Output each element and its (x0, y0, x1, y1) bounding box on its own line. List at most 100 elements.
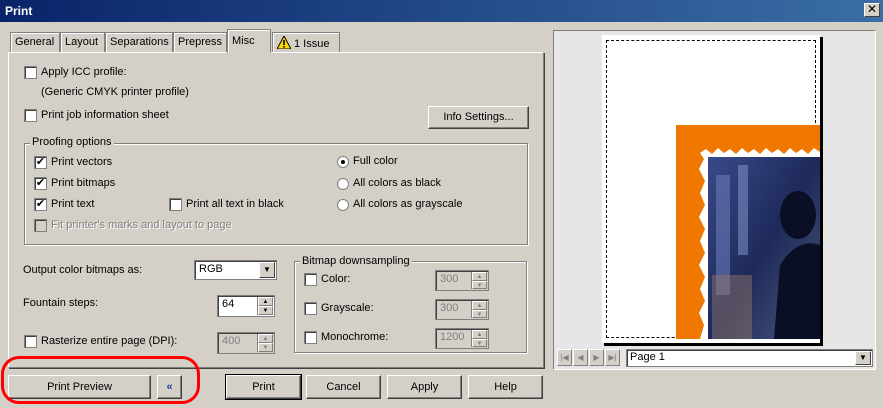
all-grayscale-label: All colors as grayscale (353, 198, 463, 210)
tab-issues[interactable]: 1 Issue (272, 32, 340, 52)
spin-up-icon[interactable]: ▲ (472, 301, 487, 310)
page-select-dropdown[interactable]: Page 1 ▼ (626, 349, 873, 367)
print-job-info-label: Print job information sheet (41, 109, 169, 121)
warning-icon (276, 34, 292, 50)
rasterize-label: Rasterize entire page (DPI): (41, 335, 178, 347)
prev-page-icon[interactable]: ◀ (573, 349, 588, 366)
downsample-grayscale-value: 300 (440, 302, 459, 314)
spin-down-icon[interactable]: ▼ (472, 309, 487, 318)
preview-artwork (676, 125, 820, 339)
apply-icc-checkbox[interactable] (24, 66, 37, 79)
fit-marks-label: Fit printer's marks and layout to page (51, 219, 232, 231)
photo-figure-head (780, 191, 816, 239)
print-vectors-checkbox[interactable]: ✔ (34, 156, 47, 169)
downsample-color-checkbox[interactable] (304, 273, 317, 286)
print-all-text-black-label: Print all text in black (186, 198, 284, 210)
downsample-monochrome-spinner[interactable]: ▲ ▼ (471, 330, 487, 347)
chevron-down-icon[interactable]: ▼ (259, 262, 275, 278)
spin-up-icon[interactable]: ▲ (258, 297, 273, 306)
tab-misc[interactable]: Misc (227, 29, 271, 53)
tab-layout[interactable]: Layout (60, 32, 105, 52)
downsample-monochrome-label: Monochrome: (321, 331, 389, 343)
spin-down-icon[interactable]: ▼ (258, 306, 273, 315)
photo-highlight-2 (738, 165, 748, 255)
checkmark-icon: ✔ (35, 177, 46, 189)
preview-page (602, 35, 820, 343)
downsample-grayscale-label: Grayscale: (321, 302, 374, 314)
downsample-color-value: 300 (440, 273, 459, 285)
fountain-steps-input[interactable]: 64 ▲ ▼ (217, 295, 275, 317)
rasterize-dpi-value: 400 (222, 335, 241, 347)
print-bitmaps-label: Print bitmaps (51, 177, 116, 189)
window-title: Print (5, 4, 33, 18)
all-black-radio[interactable] (337, 178, 349, 190)
downsample-grayscale-checkbox[interactable] (304, 302, 317, 315)
icc-profile-name: (Generic CMYK printer profile) (41, 86, 189, 98)
close-button[interactable]: ✕ (864, 3, 880, 17)
downsample-color-input[interactable]: 300 ▲ ▼ (435, 270, 489, 291)
all-black-label: All colors as black (353, 177, 442, 189)
tab-prepress[interactable]: Prepress (173, 32, 227, 52)
checkmark-icon: ✔ (35, 156, 46, 168)
fountain-steps-value: 64 (222, 298, 235, 310)
downsample-grayscale-spinner[interactable]: ▲ ▼ (471, 301, 487, 318)
rasterize-dpi-spinner[interactable]: ▲ ▼ (257, 334, 273, 352)
proofing-options-title: Proofing options (30, 136, 114, 148)
apply-icc-label: Apply ICC profile: (41, 66, 127, 78)
rasterize-checkbox[interactable] (24, 335, 37, 348)
red-annotation-highlight (1, 356, 200, 404)
tab-general[interactable]: General (10, 32, 60, 52)
cancel-button[interactable]: Cancel (306, 375, 381, 399)
tab-label: General (15, 36, 55, 48)
spin-up-icon[interactable]: ▲ (258, 334, 273, 343)
spin-up-icon[interactable]: ▲ (472, 330, 487, 339)
checkmark-icon: ✔ (35, 198, 46, 210)
output-bitmaps-value: RGB (199, 263, 223, 275)
print-text-checkbox[interactable]: ✔ (34, 198, 47, 211)
print-job-info-checkbox[interactable] (24, 109, 37, 122)
first-page-icon[interactable]: |◀ (557, 349, 572, 366)
downsample-monochrome-checkbox[interactable] (304, 331, 317, 344)
output-bitmaps-label: Output color bitmaps as: (23, 264, 143, 276)
print-vectors-label: Print vectors (51, 156, 113, 168)
tab-label: Layout (65, 36, 99, 48)
title-bar: Print ✕ (0, 0, 883, 22)
help-button[interactable]: Help (468, 375, 543, 399)
bitmap-downsampling-title: Bitmap downsampling (300, 255, 412, 267)
print-bitmaps-checkbox[interactable]: ✔ (34, 177, 47, 190)
rasterize-dpi-input[interactable]: 400 ▲ ▼ (217, 332, 275, 354)
last-page-icon[interactable]: ▶| (605, 349, 620, 366)
downsample-monochrome-input[interactable]: 1200 ▲ ▼ (435, 328, 489, 349)
tab-label: Misc (232, 35, 255, 47)
spin-down-icon[interactable]: ▼ (258, 343, 273, 352)
radio-dot (341, 160, 345, 164)
fountain-steps-label: Fountain steps: (23, 297, 99, 309)
tab-label: Separations (110, 36, 169, 48)
downsample-color-spinner[interactable]: ▲ ▼ (471, 272, 487, 289)
chevron-down-icon[interactable]: ▼ (855, 351, 871, 365)
tab-label: 1 Issue (294, 38, 330, 50)
page-select-value: Page 1 (630, 351, 665, 363)
output-bitmaps-dropdown[interactable]: RGB ▼ (194, 260, 277, 280)
tab-separations[interactable]: Separations (105, 32, 173, 52)
full-color-radio[interactable] (337, 156, 349, 168)
print-all-text-black-checkbox[interactable] (169, 198, 182, 211)
print-text-label: Print text (51, 198, 95, 210)
downsample-grayscale-input[interactable]: 300 ▲ ▼ (435, 299, 489, 320)
spin-down-icon[interactable]: ▼ (472, 280, 487, 289)
apply-button[interactable]: Apply (387, 375, 462, 399)
print-button[interactable]: Print (225, 374, 302, 400)
spin-up-icon[interactable]: ▲ (472, 272, 487, 281)
downsample-monochrome-value: 1200 (440, 331, 465, 343)
fountain-steps-spinner[interactable]: ▲ ▼ (257, 297, 273, 315)
all-grayscale-radio[interactable] (337, 199, 349, 211)
spin-down-icon[interactable]: ▼ (472, 338, 487, 347)
downsample-color-label: Color: (321, 273, 351, 285)
next-page-icon[interactable]: ▶ (589, 349, 604, 366)
full-color-label: Full color (353, 155, 398, 167)
photo-warm-light (712, 275, 752, 339)
tab-label: Prepress (178, 36, 223, 48)
fit-marks-checkbox[interactable] (34, 219, 47, 232)
info-settings-button[interactable]: Info Settings... (428, 106, 529, 129)
close-icon: ✕ (866, 2, 878, 16)
